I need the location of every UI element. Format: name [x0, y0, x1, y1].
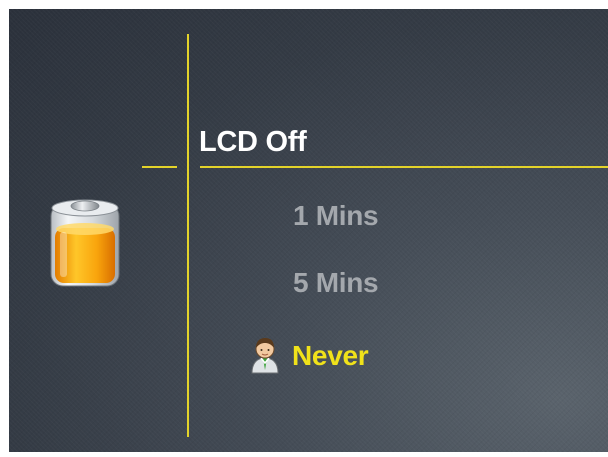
option-5-mins[interactable]: 5 Mins	[293, 267, 379, 299]
person-icon	[251, 338, 279, 374]
vertical-divider	[187, 34, 189, 437]
option-never[interactable]: Never	[292, 340, 369, 372]
title-underline-right	[200, 166, 608, 168]
option-1-mins[interactable]: 1 Mins	[293, 200, 379, 232]
lcd-off-screen: LCD Off 1 Mins 5 Mins Never	[9, 9, 608, 452]
page-title: LCD Off	[199, 126, 307, 158]
battery-icon	[50, 199, 120, 287]
title-underline-left	[142, 166, 177, 168]
